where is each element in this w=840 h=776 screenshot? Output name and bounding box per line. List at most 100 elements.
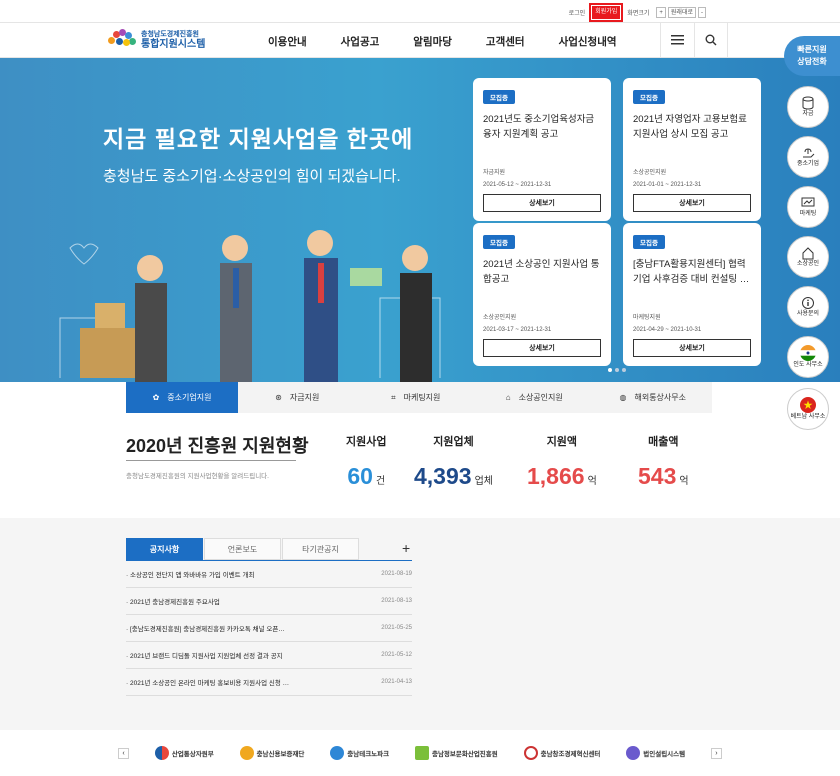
- quick-fund[interactable]: 자금: [787, 86, 829, 128]
- stat-label: 지원업체: [433, 436, 474, 448]
- notice-card[interactable]: 모집중 2021년도 중소기업육성자금 융자 지원계획 공고 자금지원 2021…: [473, 78, 611, 221]
- notice-title[interactable]: · 소상공인 전단지 앱 와바바유 가입 이벤트 개최: [126, 569, 254, 579]
- tab-fund[interactable]: ⊛ 자금지원: [238, 382, 357, 413]
- vietnam-flag-icon: [800, 397, 816, 413]
- nav-board[interactable]: 알림마당: [413, 34, 452, 49]
- join-link[interactable]: 회원가입: [589, 2, 624, 22]
- chart-board-icon: [801, 197, 815, 207]
- logo-line2: 통합지원시스템: [141, 38, 206, 50]
- zoom-in-button[interactable]: +: [656, 6, 666, 18]
- zoom-reset-button[interactable]: 원래대로: [667, 6, 696, 18]
- tab-sme[interactable]: ✿ 중소기업지원: [126, 382, 238, 413]
- list-item[interactable]: · 소상공인 전단지 앱 와바바유 가입 이벤트 개최 2021-08-19: [126, 561, 412, 588]
- card-title: 2021년 자영업자 고용보험료 지원사업 상시 모집 공고: [633, 114, 747, 140]
- partner-next-button[interactable]: ›: [710, 747, 722, 759]
- stat-value: 4,393: [414, 463, 472, 489]
- quick-call-button[interactable]: 빠른지원 상담전화: [784, 36, 840, 76]
- hamburger-icon: [671, 35, 684, 45]
- partner-logo[interactable]: 충남정보문화산업진흥원: [414, 746, 498, 760]
- coin-hand-icon: ⊛: [275, 393, 282, 402]
- stat-label: 지원액: [546, 436, 578, 448]
- house-icon: [802, 247, 814, 260]
- partner-logo[interactable]: 충남테크노파크: [330, 746, 389, 760]
- list-item[interactable]: · 2021년 충남경제진흥원 주요사업 2021-08-13: [126, 588, 412, 615]
- nav-support[interactable]: 고객센터: [486, 34, 525, 49]
- quick-marketing[interactable]: 마케팅: [787, 186, 829, 228]
- motie-logo-icon: [154, 746, 169, 760]
- quick-india-office[interactable]: 인도 사무소: [787, 336, 829, 378]
- tab-label: 자금지원: [289, 393, 320, 402]
- list-item[interactable]: · [충남도경제진흥원] 충남경제진흥원 카카오톡 채널 오픈… 2021-05-…: [126, 615, 412, 642]
- tab-smallbiz[interactable]: ⌂ 소상공인지원: [475, 382, 594, 413]
- login-link[interactable]: 로그인: [569, 8, 586, 17]
- tab-marketing[interactable]: ⌗ 마케팅지원: [357, 382, 476, 413]
- chart-board-icon: ⌗: [391, 392, 396, 402]
- stat-value: 543: [638, 463, 677, 489]
- notice-card[interactable]: 모집중 2021년 자영업자 고용보험료 지원사업 상시 모집 공고 소상공인지…: [623, 78, 761, 221]
- stat-programs: 지원사업 60 건: [346, 433, 386, 490]
- partner-logo[interactable]: 산업통상자원부: [154, 746, 214, 760]
- quick-smallbiz[interactable]: 소상공인: [787, 236, 829, 278]
- business-people-illustration: [59, 230, 441, 382]
- notice-title[interactable]: · 2021년 충남경제진흥원 주요사업: [126, 596, 220, 606]
- detail-button[interactable]: 상세보기: [633, 194, 751, 212]
- more-button[interactable]: +: [402, 540, 410, 556]
- stat-unit: 업체: [474, 476, 493, 487]
- partner-prev-button[interactable]: ‹: [118, 747, 129, 759]
- list-item[interactable]: · 2021년 브랜드 디딤돌 지원사업 지원업체 선정 결과 공지 2021-0…: [126, 642, 412, 669]
- corp-system-logo-icon: [626, 746, 641, 760]
- quick-head-line1: 빠른지원: [797, 45, 827, 54]
- detail-button[interactable]: 상세보기: [483, 194, 601, 212]
- hero-subtitle: 충청남도 중소기업·소상공인의 힘이 되겠습니다.: [103, 168, 401, 185]
- slider-dot[interactable]: [622, 368, 626, 372]
- notice-title[interactable]: · 2021년 브랜드 디딤돌 지원사업 지원업체 선정 결과 공지: [126, 650, 283, 660]
- quick-label: 사용문의: [796, 311, 820, 317]
- tab-label: 중소기업지원: [167, 393, 212, 402]
- list-item[interactable]: · 2021년 소상공인 온라인 마케팅 홍보비용 지원사업 신청 … 2021-…: [126, 669, 412, 696]
- tab-overseas[interactable]: ◍ 해외통상사무소: [594, 382, 713, 413]
- slider-dot[interactable]: [615, 368, 619, 372]
- stats-subtitle: 충청남도경제진흥원의 지원사업현황을 알려드립니다.: [126, 473, 269, 480]
- quick-vietnam-office[interactable]: 베트남 사무소: [787, 388, 829, 430]
- partner-logo[interactable]: 법인설립시스템: [626, 746, 685, 760]
- quick-inquiry[interactable]: 사용문의: [787, 286, 829, 328]
- card-category: 소상공인지원: [633, 170, 667, 176]
- card-period: 2021-04-29 ~ 2021-10-31: [633, 327, 702, 333]
- stat-value: 1,866: [527, 463, 585, 489]
- quick-sme[interactable]: 중소기업: [787, 136, 829, 178]
- slider-dot[interactable]: [608, 368, 612, 372]
- house-icon: ⌂: [505, 393, 511, 402]
- detail-button[interactable]: 상세보기: [483, 339, 601, 357]
- zoom-label: 화면크기: [627, 10, 650, 17]
- support-tabs: ✿ 중소기업지원 ⊛ 자금지원 ⌗ 마케팅지원 ⌂ 소상공인지원 ◍ 해외통상사무소: [126, 382, 712, 413]
- menu-button[interactable]: [660, 23, 694, 57]
- site-logo[interactable]: 충청남도경제진흥원 통합지원시스템: [108, 29, 205, 51]
- technopark-logo-icon: [330, 746, 345, 760]
- tab-other-notice[interactable]: 타기관공지: [282, 538, 359, 560]
- partner-logo[interactable]: 충남창조경제혁신센터: [523, 746, 600, 760]
- stat-label: 지원사업: [346, 436, 387, 448]
- status-badge: 모집중: [633, 90, 665, 104]
- notice-card[interactable]: 모집중 2021년 소상공인 지원사업 통합공고 소상공인지원 2021-03-…: [473, 223, 611, 366]
- guarantee-logo-icon: [239, 746, 254, 760]
- card-category: 소상공인지원: [483, 315, 517, 321]
- quick-label: 인도 사무소: [793, 362, 823, 368]
- search-button[interactable]: [694, 23, 728, 57]
- quick-label: 마케팅: [799, 211, 817, 217]
- partner-name: 충남신용보증재단: [256, 751, 305, 758]
- partner-name: 산업통상자원부: [171, 751, 214, 758]
- search-icon: [705, 34, 717, 46]
- notice-card[interactable]: 모집중 [충남FTA활용지원센터] 협력기업 사후검증 대비 컨설팅 … 마케팅…: [623, 223, 761, 366]
- stat-amount: 지원액 1,866 억: [527, 433, 597, 490]
- logo-mark-icon: [108, 29, 136, 51]
- nav-history[interactable]: 사업신청내역: [559, 34, 617, 49]
- nav-notice[interactable]: 사업공고: [341, 34, 380, 49]
- detail-button[interactable]: 상세보기: [633, 339, 751, 357]
- tab-press[interactable]: 언론보도: [204, 538, 281, 560]
- tab-notice[interactable]: 공지사항: [126, 538, 203, 560]
- zoom-out-button[interactable]: -: [698, 6, 706, 18]
- partner-logo[interactable]: 충남신용보증재단: [239, 746, 305, 760]
- nav-guide[interactable]: 이용안내: [268, 34, 307, 49]
- notice-title[interactable]: · 2021년 소상공인 온라인 마케팅 홍보비용 지원사업 신청 …: [126, 677, 289, 687]
- notice-title[interactable]: · [충남도경제진흥원] 충남경제진흥원 카카오톡 채널 오픈…: [126, 623, 285, 633]
